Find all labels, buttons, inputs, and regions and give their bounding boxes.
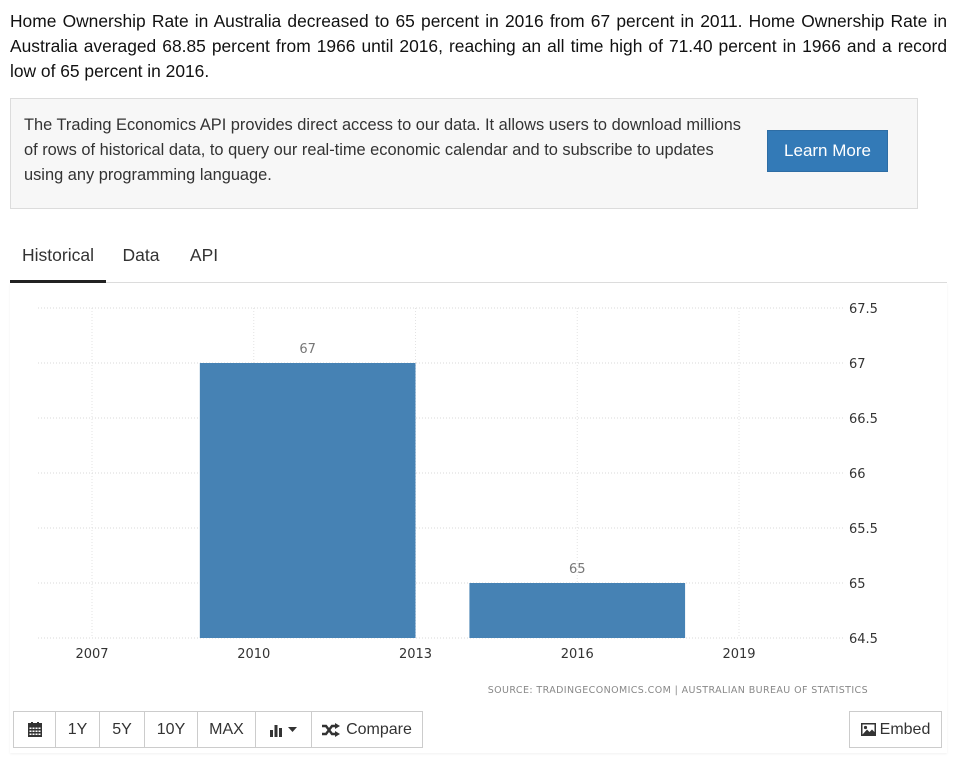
tab-historical[interactable]: Historical [10,232,106,283]
chart-toolbar: 1Y 5Y 10Y MAX Compare [13,711,423,748]
bar [469,583,686,638]
x-tick-label: 2019 [722,647,755,662]
x-tick-label: 2016 [561,647,594,662]
chart-container: 64.5 65 65.5 66 66.5 67 67.5 2007 2010 2013 2016 20… [10,283,947,753]
calendar-icon [27,722,42,737]
summary-text: Home Ownership Rate in Australia decreas… [10,11,947,81]
tab-api[interactable]: API [180,232,228,280]
y-tick-label: 65.5 [849,522,878,537]
shuffle-icon [322,722,341,737]
data-label: 65 [569,562,586,577]
range-max-button[interactable]: MAX [198,712,256,747]
bar [199,363,416,638]
range-5y-button[interactable]: 5Y [100,712,145,747]
embed-label: Embed [879,720,931,738]
y-tick-label: 66 [849,467,866,482]
bar-layer [199,363,686,638]
y-tick-label: 67.5 [849,302,878,317]
source-attribution: SOURCE: TRADINGECONOMICS.COM | AUSTRALIA… [488,685,868,696]
learn-more-button[interactable]: Learn More [767,130,888,172]
image-icon [860,723,876,736]
range-10y-button[interactable]: 10Y [145,712,198,747]
x-tick-label: 2013 [399,647,432,662]
y-tick-label: 67 [849,357,866,372]
x-tick-label: 2010 [237,647,270,662]
embed-button[interactable]: Embed [849,711,942,748]
data-label: 67 [299,342,316,357]
api-promo-box: The Trading Economics API provides direc… [10,98,918,209]
caret-down-icon [288,726,297,733]
bar-chart-icon [270,723,286,737]
bar-chart: 64.5 65 65.5 66 66.5 67 67.5 2007 2010 2013 2016 20… [38,302,878,696]
tab-data[interactable]: Data [114,232,168,280]
date-range-button[interactable] [14,712,56,747]
y-tick-label: 66.5 [849,412,878,427]
compare-button[interactable]: Compare [312,712,422,747]
y-tick-label: 65 [849,577,866,592]
chart-type-dropdown[interactable] [256,712,312,747]
api-promo-text: The Trading Economics API provides direc… [24,116,741,184]
grid-layer [38,307,845,639]
x-tick-label: 2007 [75,647,108,662]
range-1y-button[interactable]: 1Y [56,712,100,747]
y-tick-label: 64.5 [849,632,878,647]
compare-label: Compare [346,720,412,738]
chart-tabs: Historical Data API [10,232,947,283]
